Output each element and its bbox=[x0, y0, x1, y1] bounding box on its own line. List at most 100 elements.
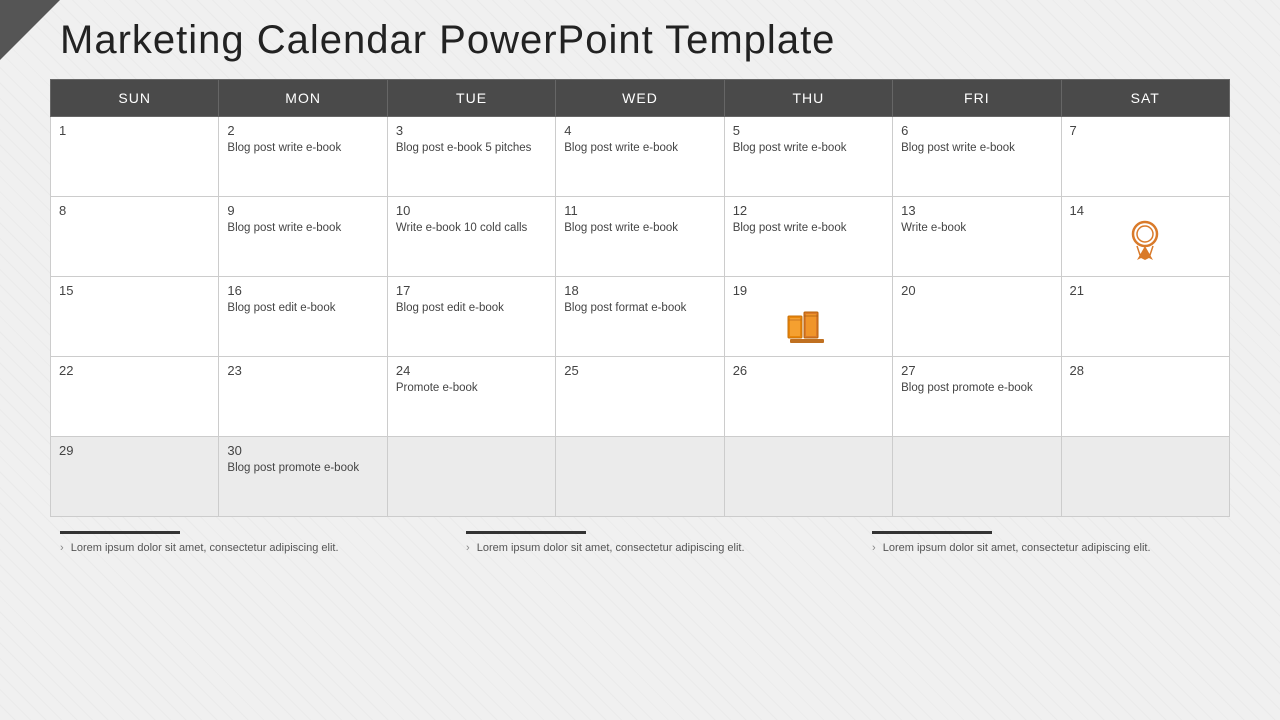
calendar-cell: 9 Blog post write e-book bbox=[219, 197, 387, 277]
day-text: Write e-book bbox=[901, 222, 966, 234]
day-number: 20 bbox=[901, 283, 1052, 298]
calendar-cell: 28 bbox=[1061, 357, 1229, 437]
calendar-cell bbox=[893, 437, 1061, 517]
day-number: 27 bbox=[901, 363, 1052, 378]
footer-bullet-3: › bbox=[872, 542, 876, 554]
calendar-cell: 6 Blog post write e-book bbox=[893, 117, 1061, 197]
day-text: Write e-book 10 cold calls bbox=[396, 222, 527, 234]
calendar-cell: 18 Blog post format e-book bbox=[556, 277, 724, 357]
day-text: Blog post edit e-book bbox=[227, 302, 335, 314]
footer-item-2: › Lorem ipsum dolor sit amet, consectetu… bbox=[466, 531, 814, 557]
day-text: Blog post e-book 5 pitches bbox=[396, 142, 532, 154]
calendar-cell: 17 Blog post edit e-book bbox=[387, 277, 555, 357]
calendar-cell: 5 Blog post write e-book bbox=[724, 117, 892, 197]
footer-line-2 bbox=[466, 531, 586, 534]
calendar-cell bbox=[556, 437, 724, 517]
calendar-cell: 26 bbox=[724, 357, 892, 437]
day-text: Blog post write e-book bbox=[901, 142, 1015, 154]
header-cell-sun: SUN bbox=[51, 80, 219, 117]
header-cell-mon: MON bbox=[219, 80, 387, 117]
day-text: Blog post write e-book bbox=[564, 222, 678, 234]
header-cell-wed: WED bbox=[556, 80, 724, 117]
day-number: 4 bbox=[564, 123, 715, 138]
content-wrapper: Marketing Calendar PowerPoint Template S… bbox=[0, 0, 1280, 572]
day-number: 18 bbox=[564, 283, 715, 298]
day-number: 8 bbox=[59, 203, 210, 218]
calendar-cell bbox=[1061, 437, 1229, 517]
calendar-cell: 1 bbox=[51, 117, 219, 197]
calendar-table: SUNMONTUEWEDTHUFRISAT 12 Blog post write … bbox=[50, 79, 1230, 517]
calendar-cell: 12 Blog post write e-book bbox=[724, 197, 892, 277]
day-text: Blog post promote e-book bbox=[227, 462, 359, 474]
calendar-week-row: 8 9 Blog post write e-book 10 Write e-book 1… bbox=[51, 197, 1230, 277]
footer-item-1: › Lorem ipsum dolor sit amet, consectetu… bbox=[60, 531, 408, 557]
calendar-cell: 29 bbox=[51, 437, 219, 517]
day-number: 1 bbox=[59, 123, 210, 138]
day-number: 10 bbox=[396, 203, 547, 218]
day-text: Blog post write e-book bbox=[564, 142, 678, 154]
header-cell-thu: THU bbox=[724, 80, 892, 117]
calendar-cell: 7 bbox=[1061, 117, 1229, 197]
calendar-cell: 25 bbox=[556, 357, 724, 437]
day-text: Blog post format e-book bbox=[564, 302, 686, 314]
day-number: 7 bbox=[1070, 123, 1221, 138]
day-number: 11 bbox=[564, 203, 715, 218]
calendar-cell: 23 bbox=[219, 357, 387, 437]
calendar-body: 12 Blog post write e-book 3 Blog post e-boo… bbox=[51, 117, 1230, 517]
day-number: 24 bbox=[396, 363, 547, 378]
day-number: 13 bbox=[901, 203, 1052, 218]
calendar-cell: 13 Write e-book bbox=[893, 197, 1061, 277]
day-number: 21 bbox=[1070, 283, 1221, 298]
calendar-cell: 4 Blog post write e-book bbox=[556, 117, 724, 197]
day-text: Blog post write e-book bbox=[227, 222, 341, 234]
day-number: 14 bbox=[1070, 203, 1221, 218]
footer-line-1 bbox=[60, 531, 180, 534]
day-text: Blog post edit e-book bbox=[396, 302, 504, 314]
calendar-cell: 14 bbox=[1061, 197, 1229, 277]
day-text: Blog post write e-book bbox=[227, 142, 341, 154]
calendar-week-row: 15 16 Blog post edit e-book 17 Blog post edi… bbox=[51, 277, 1230, 357]
header-cell-tue: TUE bbox=[387, 80, 555, 117]
award-icon-container bbox=[1070, 220, 1221, 263]
calendar-cell: 20 bbox=[893, 277, 1061, 357]
books-icon bbox=[786, 306, 830, 344]
calendar-header-row: SUNMONTUEWEDTHUFRISAT bbox=[51, 80, 1230, 117]
footer-item-3: › Lorem ipsum dolor sit amet, consectetu… bbox=[872, 531, 1220, 557]
award-icon bbox=[1127, 220, 1163, 260]
day-number: 5 bbox=[733, 123, 884, 138]
calendar-week-row: 12Blog post write e-book3Blog post e-boo… bbox=[51, 117, 1230, 197]
day-number: 29 bbox=[59, 443, 210, 458]
day-number: 19 bbox=[733, 283, 884, 298]
day-text: Blog post write e-book bbox=[733, 222, 847, 234]
calendar-cell: 16 Blog post edit e-book bbox=[219, 277, 387, 357]
day-number: 15 bbox=[59, 283, 210, 298]
day-number: 25 bbox=[564, 363, 715, 378]
day-number: 3 bbox=[396, 123, 547, 138]
footer-line-3 bbox=[872, 531, 992, 534]
day-number: 22 bbox=[59, 363, 210, 378]
calendar-week-row: 29 30 Blog post promote e-book bbox=[51, 437, 1230, 517]
day-number: 6 bbox=[901, 123, 1052, 138]
calendar-cell: 11 Blog post write e-book bbox=[556, 197, 724, 277]
footer-text-3: › Lorem ipsum dolor sit amet, consectetu… bbox=[872, 540, 1220, 557]
day-number: 23 bbox=[227, 363, 378, 378]
calendar-cell: 27 Blog post promote e-book bbox=[893, 357, 1061, 437]
calendar-cell: 24Promote e-book bbox=[387, 357, 555, 437]
calendar-cell: 22 bbox=[51, 357, 219, 437]
calendar-cell: 8 bbox=[51, 197, 219, 277]
day-number: 9 bbox=[227, 203, 378, 218]
day-text: Blog post promote e-book bbox=[901, 382, 1033, 394]
day-number: 26 bbox=[733, 363, 884, 378]
day-number: 12 bbox=[733, 203, 884, 218]
day-text: Blog post write e-book bbox=[733, 142, 847, 154]
calendar-cell: 30 Blog post promote e-book bbox=[219, 437, 387, 517]
day-number: 30 bbox=[227, 443, 378, 458]
calendar-cell bbox=[387, 437, 555, 517]
day-number: 16 bbox=[227, 283, 378, 298]
books-icon-container bbox=[733, 306, 884, 347]
footer-text-2: › Lorem ipsum dolor sit amet, consectetu… bbox=[466, 540, 814, 557]
header-cell-fri: FRI bbox=[893, 80, 1061, 117]
page-title: Marketing Calendar PowerPoint Template bbox=[50, 18, 1230, 63]
day-number: 17 bbox=[396, 283, 547, 298]
day-number: 28 bbox=[1070, 363, 1221, 378]
